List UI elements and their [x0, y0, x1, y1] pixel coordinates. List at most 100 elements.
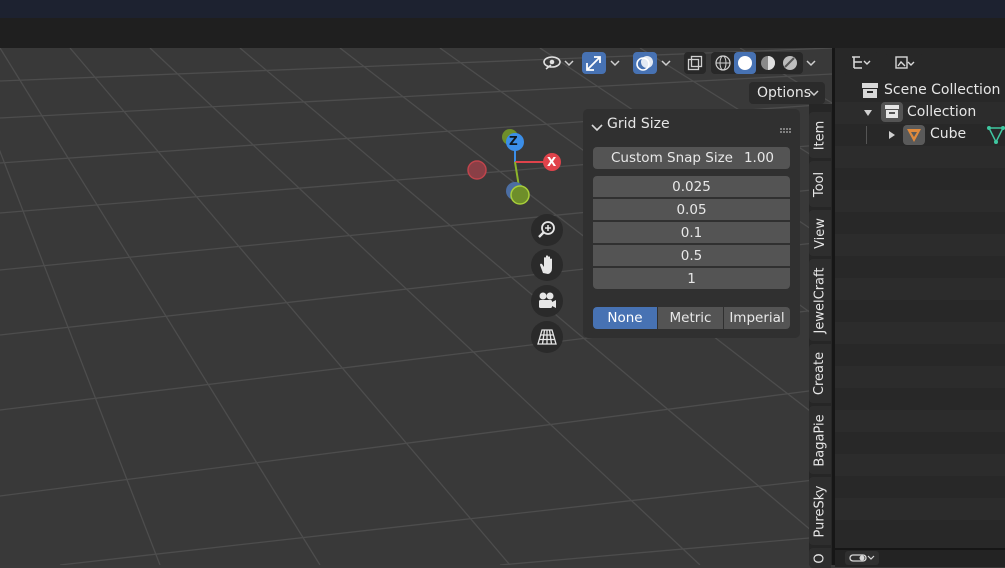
preset-label: 0.5 — [680, 247, 703, 264]
expand-triangle-icon[interactable] — [863, 108, 873, 118]
zoom-icon — [538, 221, 555, 238]
y-axis-handle[interactable] — [510, 185, 530, 205]
object-icon-bg — [903, 125, 925, 145]
preset-label: 0.025 — [672, 178, 711, 195]
tab-label: Item — [812, 120, 828, 150]
scene-collection-icon — [862, 83, 878, 98]
tab-label: View — [812, 217, 828, 249]
outliner-empty-row — [835, 322, 1005, 344]
rendered-sphere-icon — [783, 56, 797, 70]
chevron-down-icon[interactable] — [804, 55, 818, 71]
unit-label: None — [607, 310, 643, 326]
xray-toggle[interactable] — [684, 52, 706, 74]
unit-metric-button[interactable]: Metric — [658, 307, 723, 329]
outliner-row-collection[interactable]: Collection — [835, 102, 1005, 124]
outliner-empty-row — [835, 146, 1005, 168]
pan-button[interactable] — [531, 249, 563, 281]
collection-icon-bg — [881, 102, 903, 122]
properties-editor-header — [835, 548, 1005, 567]
tab-label: O — [812, 552, 828, 564]
tab-puresky[interactable]: PureSky — [809, 477, 831, 545]
drag-handle-icon[interactable] — [780, 119, 792, 138]
expand-arrow-icon[interactable] — [887, 130, 897, 140]
mesh-data-icon[interactable] — [987, 125, 1005, 145]
grid-preset-button[interactable]: 0.5 — [593, 245, 790, 266]
tab-label: Create — [812, 351, 828, 396]
navigation-gizmo[interactable]: Z X — [465, 125, 565, 210]
toggle-icon — [849, 554, 875, 562]
chevron-down-icon[interactable] — [659, 55, 673, 71]
display-mode-dropdown[interactable] — [843, 52, 879, 74]
editor-type-dropdown[interactable] — [845, 551, 879, 565]
unit-label: Metric — [669, 310, 712, 326]
outliner-empty-row — [835, 366, 1005, 388]
gizmo-toggle[interactable] — [582, 52, 606, 74]
xray-icon — [687, 55, 703, 71]
rendered-shading-button[interactable] — [779, 52, 801, 74]
outliner-row-cube[interactable]: Cube — [835, 124, 1005, 146]
material-sphere-icon — [761, 56, 775, 70]
camera-icon — [539, 292, 556, 308]
tab-label: BagaPie — [812, 413, 828, 467]
filter-dropdown[interactable] — [886, 52, 922, 74]
panel-title: Grid Size — [607, 116, 670, 132]
editor-header — [0, 18, 1005, 48]
preset-label: 1 — [687, 270, 696, 287]
options-dropdown[interactable]: Options — [749, 82, 825, 104]
tab-overflow[interactable]: O — [809, 548, 831, 568]
top-menu-bar — [0, 0, 1005, 18]
outliner-empty-row — [835, 190, 1005, 212]
preset-label: 0.05 — [676, 201, 707, 218]
unit-none-button[interactable]: None — [593, 307, 657, 329]
wireframe-shading-button[interactable] — [712, 52, 734, 74]
collection-label: Collection — [907, 104, 977, 120]
object-label: Cube — [930, 126, 967, 142]
collapse-chevron-icon[interactable] — [591, 118, 603, 137]
hand-icon — [540, 255, 552, 274]
tab-label: JewelCraft — [812, 267, 828, 333]
camera-view-button[interactable] — [531, 285, 563, 317]
outliner-panel: Scene Collection Collection Cube — [835, 48, 1005, 548]
custom-snap-value: 1.00 — [743, 150, 774, 166]
outliner-display-icon — [852, 56, 871, 69]
grid-preset-button[interactable]: 1 — [593, 268, 790, 289]
tab-label: Tool — [812, 171, 828, 197]
solid-shading-button[interactable] — [734, 52, 756, 74]
tab-tool[interactable]: Tool — [809, 161, 831, 207]
unit-imperial-button[interactable]: Imperial — [724, 307, 790, 329]
tab-item[interactable]: Item — [809, 112, 831, 158]
x-axis-label: X — [547, 155, 557, 169]
outliner-row-scene-collection[interactable]: Scene Collection — [835, 80, 1005, 102]
chevron-down-icon[interactable] — [562, 55, 576, 71]
overlay-toggle[interactable] — [633, 52, 657, 74]
chevron-down-icon[interactable] — [608, 55, 622, 71]
tab-view[interactable]: View — [809, 210, 831, 256]
tab-create[interactable]: Create — [809, 344, 831, 403]
scene-collection-label: Scene Collection — [884, 82, 1001, 98]
chevron-down-icon — [809, 85, 819, 103]
outliner-empty-row — [835, 454, 1005, 476]
gizmo-icon — [586, 56, 601, 71]
custom-snap-size-field[interactable]: Custom Snap Size 1.00 — [593, 147, 790, 169]
x-neg-axis-handle[interactable] — [467, 160, 487, 180]
visibility-toggle[interactable] — [541, 52, 563, 74]
custom-snap-label: Custom Snap Size — [611, 150, 733, 166]
material-shading-button[interactable] — [757, 52, 779, 74]
zoom-button[interactable] — [531, 214, 563, 246]
grid-preset-button[interactable]: 0.1 — [593, 222, 790, 243]
image-filter-icon — [895, 56, 915, 69]
perspective-toggle-button[interactable] — [531, 321, 563, 353]
grid-size-panel: Grid Size Custom Snap Size 1.00 0.025 0.… — [583, 109, 800, 338]
outliner-empty-row — [835, 234, 1005, 256]
overlay-icon — [636, 56, 653, 71]
grid-preset-button[interactable]: 0.05 — [593, 199, 790, 220]
wireframe-sphere-icon — [715, 55, 731, 71]
tab-label: PureSky — [812, 485, 828, 537]
tab-jewelcraft[interactable]: JewelCraft — [809, 259, 831, 341]
eye-icon — [543, 56, 561, 70]
outliner-empty-row — [835, 498, 1005, 520]
tab-bagapie[interactable]: BagaPie — [809, 406, 831, 474]
grid-preset-button[interactable]: 0.025 — [593, 176, 790, 197]
outliner-empty-row — [835, 410, 1005, 432]
solid-sphere-icon — [738, 56, 752, 70]
